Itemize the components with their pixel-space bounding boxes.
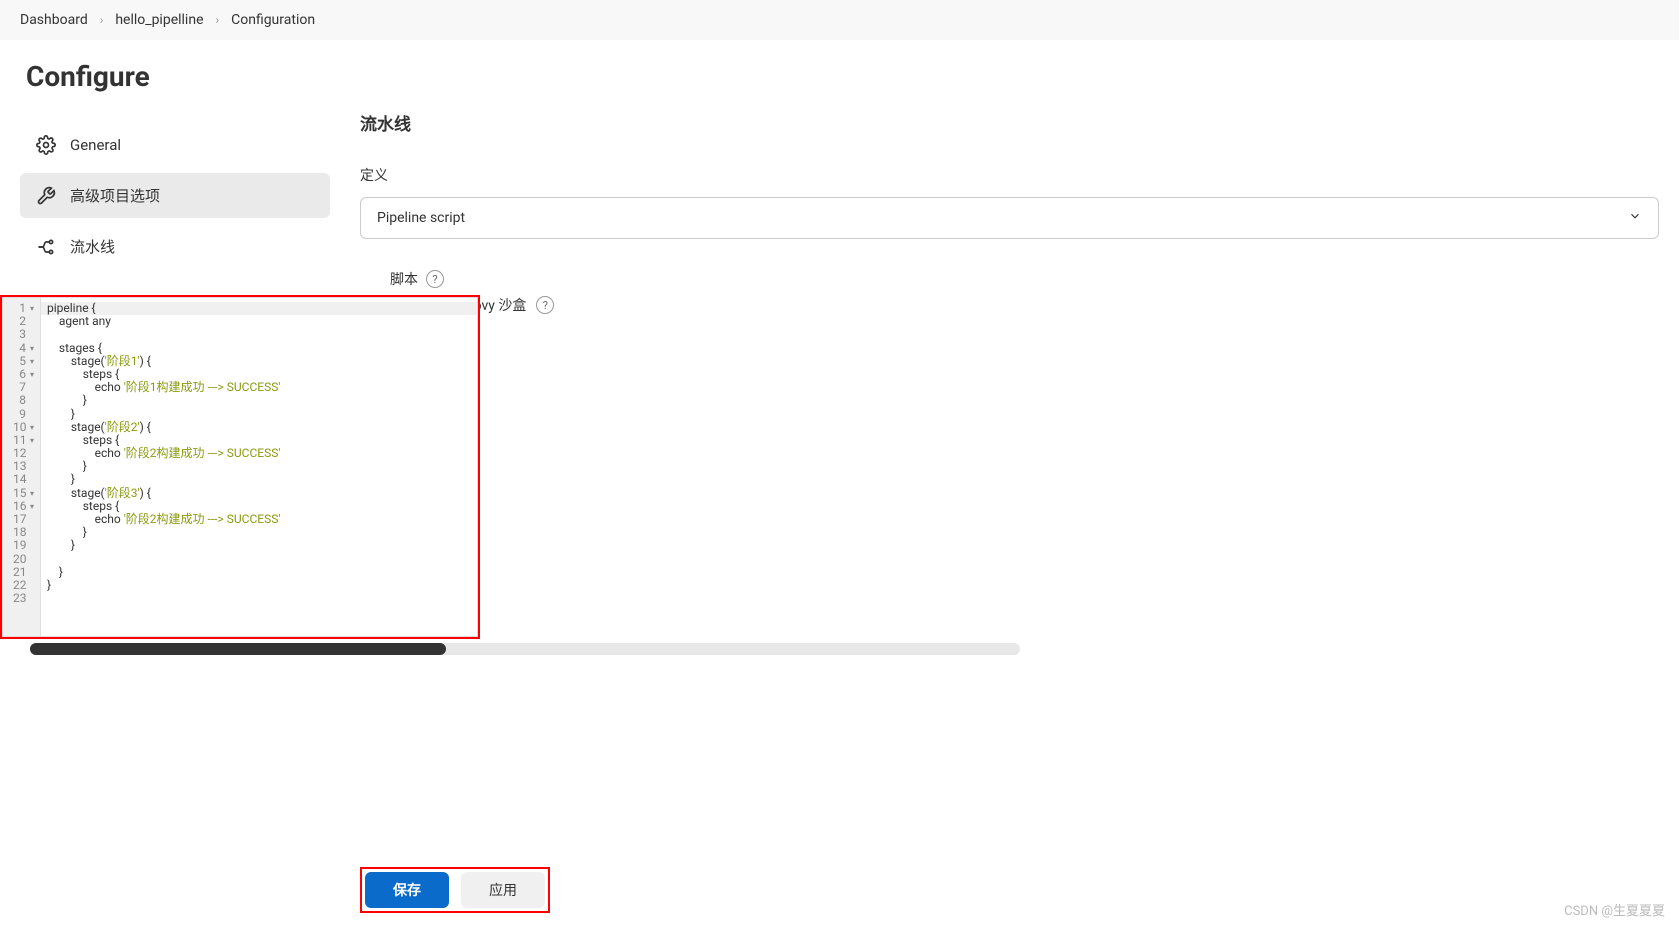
chevron-right-icon: › [100,13,104,27]
breadcrumb: Dashboard › hello_pipelline › Configurat… [0,0,1679,40]
definition-select[interactable]: Pipeline script [360,197,1659,239]
pipeline-icon [36,237,56,257]
help-icon[interactable]: ? [426,270,444,288]
code-editor-highlight: 1▾234▾5▾6▾78910▾11▾12131415▾16▾171819202… [0,295,480,639]
code-content[interactable]: pipeline { agent any stages { stage('阶段1… [41,298,477,636]
chevron-down-icon [1628,209,1642,227]
wrench-icon [36,186,56,206]
sidebar-item-general[interactable]: General [20,123,330,167]
breadcrumb-item[interactable]: hello_pipelline [115,12,203,28]
content-area: 流水线 定义 Pipeline script 脚本 ? 1▾234▾5▾6▾78… [360,60,1659,365]
button-highlight: 保存 应用 [360,867,550,913]
breadcrumb-item[interactable]: Configuration [231,12,315,28]
breadcrumb-item[interactable]: Dashboard [20,12,88,28]
sidebar-item-advanced[interactable]: 高级项目选项 [20,173,330,218]
sidebar-item-label: 高级项目选项 [70,185,160,206]
code-editor[interactable]: 1▾234▾5▾6▾78910▾11▾12131415▾16▾171819202… [2,297,478,637]
scrollbar-thumb[interactable] [30,643,446,655]
page-title: Configure [20,60,330,93]
gear-icon [36,135,56,155]
sidebar-item-label: General [70,136,121,154]
section-title: 流水线 [360,110,1659,135]
save-button[interactable]: 保存 [365,872,449,908]
line-gutter: 1▾234▾5▾6▾78910▾11▾12131415▾16▾171819202… [3,298,41,636]
definition-label: 定义 [360,165,1659,185]
apply-button[interactable]: 应用 [461,872,545,908]
script-label: 脚本 [390,269,418,289]
horizontal-scrollbar[interactable] [30,643,1020,655]
sidebar-item-label: 流水线 [70,236,115,257]
watermark: CSDN @生夏夏夏 [1564,900,1665,919]
chevron-right-icon: › [216,13,220,27]
button-bar: 保存 应用 [340,855,1679,925]
sidebar-item-pipeline[interactable]: 流水线 [20,224,330,269]
select-value: Pipeline script [377,210,465,226]
